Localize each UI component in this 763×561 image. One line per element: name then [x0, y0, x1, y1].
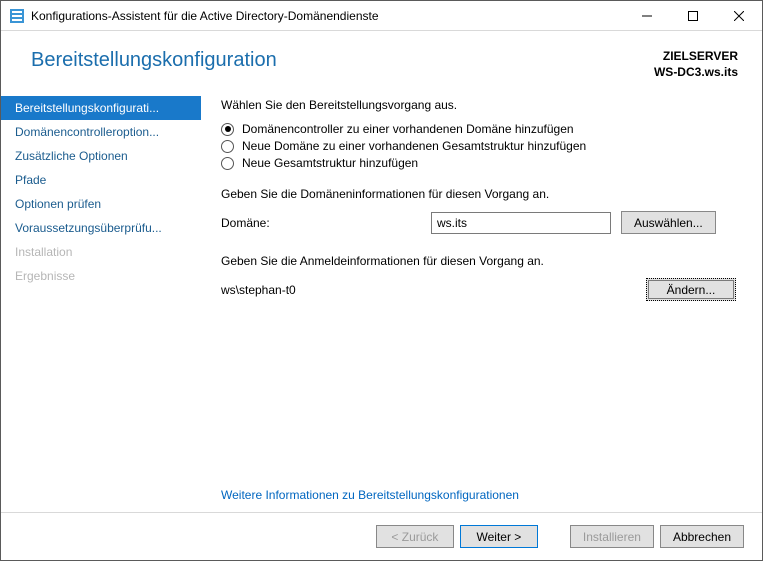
radio-icon — [221, 123, 234, 136]
sidebar-item-results: Ergebnisse — [1, 264, 201, 288]
domain-label: Domäne: — [221, 216, 421, 230]
window-title: Konfigurations-Assistent für die Active … — [31, 9, 624, 23]
domain-info-label: Geben Sie die Domäneninformationen für d… — [221, 187, 736, 201]
content-pane: Wählen Sie den Bereitstellungsvorgang au… — [201, 90, 762, 512]
target-server-value: WS-DC3.ws.its — [654, 65, 738, 81]
sidebar-item-additional-options[interactable]: Zusätzliche Optionen — [1, 144, 201, 168]
radio-label: Domänencontroller zu einer vorhandenen D… — [242, 122, 574, 136]
minimize-button[interactable] — [624, 1, 670, 30]
target-server-label: ZIELSERVER — [654, 49, 738, 65]
credentials-section: Geben Sie die Anmeldeinformationen für d… — [221, 254, 736, 307]
app-icon — [9, 8, 25, 24]
radio-icon — [221, 157, 234, 170]
page-header: Bereitstellungskonfiguration ZIELSERVER … — [1, 31, 762, 90]
domain-info-section: Geben Sie die Domäneninformationen für d… — [221, 187, 736, 240]
sidebar-item-installation: Installation — [1, 240, 201, 264]
domain-row: Domäne: Auswählen... — [221, 211, 736, 234]
sidebar-item-prereq-check[interactable]: Voraussetzungsüberprüfu... — [1, 216, 201, 240]
radio-label: Neue Gesamtstruktur hinzufügen — [242, 156, 418, 170]
sidebar-item-review-options[interactable]: Optionen prüfen — [1, 192, 201, 216]
radio-new-domain-existing-forest[interactable]: Neue Domäne zu einer vorhandenen Gesamts… — [221, 139, 736, 153]
credentials-value: ws\stephan-t0 — [221, 283, 636, 297]
radio-add-dc-existing-domain[interactable]: Domänencontroller zu einer vorhandenen D… — [221, 122, 736, 136]
maximize-button[interactable] — [670, 1, 716, 30]
close-button[interactable] — [716, 1, 762, 30]
domain-input[interactable] — [431, 212, 611, 234]
titlebar: Konfigurations-Assistent für die Active … — [1, 1, 762, 31]
change-credentials-button[interactable]: Ändern... — [646, 278, 736, 301]
more-info-link-row: Weitere Informationen zu Bereitstellungs… — [221, 488, 736, 502]
select-domain-button[interactable]: Auswählen... — [621, 211, 716, 234]
body: Bereitstellungskonfigurati... Domänencon… — [1, 90, 762, 512]
wizard-window: Konfigurations-Assistent für die Active … — [0, 0, 763, 561]
sidebar-item-dc-options[interactable]: Domänencontrolleroption... — [1, 120, 201, 144]
select-operation-label: Wählen Sie den Bereitstellungsvorgang au… — [221, 98, 736, 112]
radio-label: Neue Domäne zu einer vorhandenen Gesamts… — [242, 139, 586, 153]
target-server-block: ZIELSERVER WS-DC3.ws.its — [654, 49, 738, 80]
page-title: Bereitstellungskonfiguration — [31, 49, 277, 72]
next-button[interactable]: Weiter > — [460, 525, 538, 548]
cancel-button[interactable]: Abbrechen — [660, 525, 744, 548]
radio-new-forest[interactable]: Neue Gesamtstruktur hinzufügen — [221, 156, 736, 170]
operation-section: Wählen Sie den Bereitstellungsvorgang au… — [221, 98, 736, 173]
radio-icon — [221, 140, 234, 153]
sidebar: Bereitstellungskonfigurati... Domänencon… — [1, 90, 201, 512]
sidebar-item-deployment-config[interactable]: Bereitstellungskonfigurati... — [1, 96, 201, 120]
install-button: Installieren — [570, 525, 654, 548]
window-buttons — [624, 1, 762, 30]
sidebar-item-paths[interactable]: Pfade — [1, 168, 201, 192]
credentials-row: ws\stephan-t0 Ändern... — [221, 278, 736, 301]
footer: < Zurück Weiter > Installieren Abbrechen — [1, 512, 762, 560]
back-button[interactable]: < Zurück — [376, 525, 454, 548]
more-info-link[interactable]: Weitere Informationen zu Bereitstellungs… — [221, 488, 519, 502]
credentials-info-label: Geben Sie die Anmeldeinformationen für d… — [221, 254, 736, 268]
